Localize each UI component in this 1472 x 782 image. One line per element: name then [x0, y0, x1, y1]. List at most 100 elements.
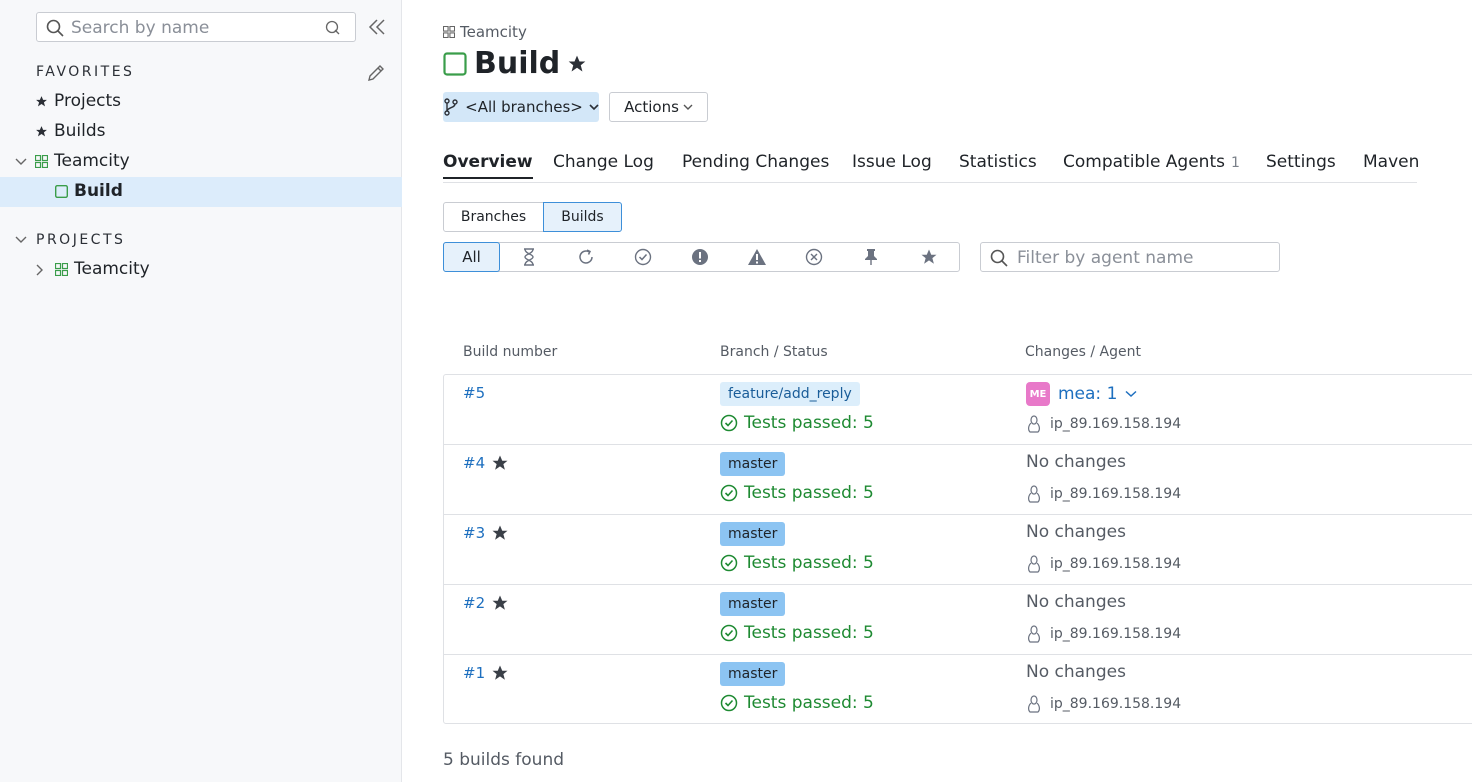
branch-tag[interactable]: master: [720, 452, 786, 476]
failed-icon: [691, 248, 709, 266]
tree-item-teamcity-project[interactable]: Teamcity: [0, 255, 402, 285]
project-icon: [55, 262, 68, 276]
tab-compatible-agents[interactable]: Compatible Agents 1: [1063, 152, 1240, 172]
edit-favorites-icon[interactable]: [366, 63, 386, 83]
agent-name[interactable]: ip_89.169.158.194: [1050, 696, 1181, 712]
build-number[interactable]: #1: [463, 664, 485, 682]
filter-pinned-button[interactable]: [842, 243, 899, 271]
branch-tag[interactable]: master: [720, 522, 786, 546]
linux-icon: [1026, 625, 1042, 643]
search-icon: [46, 19, 64, 37]
tab-label: Compatible Agents: [1063, 152, 1225, 172]
projects-section-header[interactable]: PROJECTS: [0, 227, 402, 253]
changes-text: No changes: [1026, 592, 1126, 612]
tab-change-log[interactable]: Change Log: [553, 152, 654, 172]
agent-link[interactable]: ip_89.169.158.194: [1026, 415, 1181, 433]
tab-statistics[interactable]: Statistics: [959, 152, 1037, 172]
build-number-link[interactable]: #2: [463, 594, 509, 612]
build-status[interactable]: Tests passed: 5: [720, 413, 874, 433]
agent-name[interactable]: ip_89.169.158.194: [1050, 626, 1181, 642]
agent-name[interactable]: ip_89.169.158.194: [1050, 556, 1181, 572]
tab-maven[interactable]: Maven: [1363, 152, 1419, 172]
build-status-text: Tests passed: 5: [744, 693, 874, 713]
build-number[interactable]: #4: [463, 454, 485, 472]
branch-tag[interactable]: master: [720, 662, 786, 686]
sidebar-search-input[interactable]: Search by name: [36, 12, 356, 42]
changes-link[interactable]: ME mea: 1: [1026, 382, 1137, 406]
query-syntax-icon[interactable]: [325, 20, 341, 36]
star-icon[interactable]: [491, 594, 509, 612]
chevron-down-icon[interactable]: [15, 157, 27, 167]
favorite-star-icon[interactable]: [567, 54, 587, 74]
filter-success-button[interactable]: [614, 243, 671, 271]
filter-starred-button[interactable]: [899, 243, 959, 271]
table-row[interactable]: #2 master Tests passed: 5 No changes ip_…: [444, 585, 1472, 655]
view-branches-button[interactable]: Branches: [443, 202, 544, 232]
agent-link[interactable]: ip_89.169.158.194: [1026, 695, 1181, 713]
chevron-down-icon[interactable]: [1125, 390, 1137, 398]
build-number[interactable]: #2: [463, 594, 485, 612]
project-icon: [443, 26, 455, 38]
projects-title: PROJECTS: [36, 232, 126, 248]
column-header-build-number: Build number: [463, 344, 558, 360]
star-icon[interactable]: [491, 664, 509, 682]
chevron-down-icon[interactable]: [15, 235, 27, 245]
tab-settings[interactable]: Settings: [1266, 152, 1336, 172]
pin-icon: [863, 248, 879, 266]
build-number-link[interactable]: #4: [463, 454, 509, 472]
branch-tag[interactable]: master: [720, 592, 786, 616]
chevron-right-icon[interactable]: [35, 264, 45, 276]
tree-item-build[interactable]: Build: [0, 177, 402, 207]
agent-link[interactable]: ip_89.169.158.194: [1026, 485, 1181, 503]
changes-text: No changes: [1026, 452, 1126, 472]
breadcrumb[interactable]: Teamcity: [443, 23, 527, 41]
build-status[interactable]: Tests passed: 5: [720, 693, 874, 713]
tab-overview[interactable]: Overview: [443, 152, 533, 179]
favorites-item-projects[interactable]: Projects: [0, 87, 402, 117]
agent-link[interactable]: ip_89.169.158.194: [1026, 625, 1181, 643]
build-number-link[interactable]: #3: [463, 524, 509, 542]
table-row[interactable]: #5 feature/add_reply Tests passed: 5 ME …: [444, 375, 1472, 445]
build-number[interactable]: #5: [463, 384, 485, 402]
builds-count: 5 builds found: [443, 750, 565, 770]
view-builds-button[interactable]: Builds: [543, 202, 622, 232]
build-number[interactable]: #3: [463, 524, 485, 542]
filter-all-button[interactable]: All: [443, 242, 500, 272]
filter-queued-button[interactable]: [500, 243, 557, 271]
agent-filter-input[interactable]: Filter by agent name: [980, 242, 1280, 272]
build-status[interactable]: Tests passed: 5: [720, 483, 874, 503]
agent-name[interactable]: ip_89.169.158.194: [1050, 416, 1181, 432]
table-row[interactable]: #3 master Tests passed: 5 No changes ip_…: [444, 515, 1472, 585]
cancelled-icon: [805, 248, 823, 266]
tab-pending-changes[interactable]: Pending Changes: [682, 152, 829, 172]
branch-selector[interactable]: <All branches>: [443, 92, 599, 122]
star-icon[interactable]: [491, 524, 509, 542]
search-placeholder: Search by name: [71, 18, 210, 38]
build-number-link[interactable]: #1: [463, 664, 509, 682]
build-status[interactable]: Tests passed: 5: [720, 623, 874, 643]
table-row[interactable]: #1 master Tests passed: 5 No changes ip_…: [444, 655, 1472, 725]
table-row[interactable]: #4 master Tests passed: 5 No changes ip_…: [444, 445, 1472, 515]
filter-cancelled-button[interactable]: [785, 243, 842, 271]
tab-issue-log[interactable]: Issue Log: [852, 152, 932, 172]
star-icon[interactable]: [491, 454, 509, 472]
collapse-sidebar-icon[interactable]: [368, 18, 386, 36]
build-status-text: Tests passed: 5: [744, 483, 874, 503]
agent-filter-placeholder: Filter by agent name: [1017, 248, 1194, 268]
branch-tag[interactable]: feature/add_reply: [720, 382, 860, 406]
actions-button[interactable]: Actions: [609, 92, 708, 122]
filter-warning-button[interactable]: [728, 243, 785, 271]
filter-failed-button[interactable]: [671, 243, 728, 271]
filter-running-button[interactable]: [557, 243, 614, 271]
build-status[interactable]: Tests passed: 5: [720, 553, 874, 573]
build-config-icon: [55, 184, 68, 198]
chevron-down-icon: [589, 103, 599, 111]
breadcrumb-project[interactable]: Teamcity: [460, 23, 527, 41]
tree-item-teamcity[interactable]: Teamcity: [0, 147, 402, 177]
agent-name[interactable]: ip_89.169.158.194: [1050, 486, 1181, 502]
favorites-item-builds[interactable]: Builds: [0, 117, 402, 147]
agent-link[interactable]: ip_89.169.158.194: [1026, 555, 1181, 573]
changes-text[interactable]: mea: 1: [1058, 384, 1117, 404]
branch-selector-label: <All branches>: [465, 98, 583, 116]
build-number-link[interactable]: #5: [463, 384, 485, 402]
